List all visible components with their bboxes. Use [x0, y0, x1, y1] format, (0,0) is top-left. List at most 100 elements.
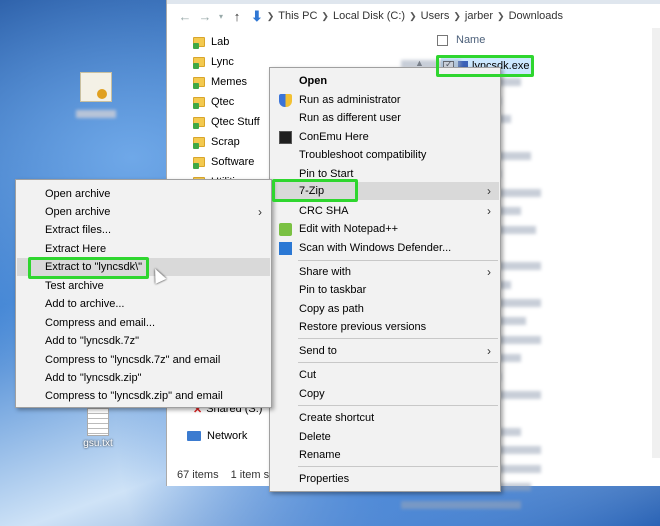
breadcrumb-separator-icon[interactable]: ❯ — [321, 11, 329, 22]
tree-item-software[interactable]: Software — [193, 152, 254, 172]
forward-arrow-icon[interactable]: → — [195, 9, 215, 24]
shield-icon — [279, 94, 292, 107]
zip-compress-and-email[interactable]: Compress and email... — [17, 314, 270, 332]
folder-icon — [193, 77, 205, 89]
select-all-checkbox[interactable] — [437, 34, 448, 46]
menu-divider — [298, 260, 498, 261]
desktop-text-file-icon[interactable]: gsu.txt — [80, 408, 116, 449]
zip-add-to-zip[interactable]: Add to "lyncsdk.zip" — [17, 369, 270, 387]
notepadpp-icon — [279, 223, 292, 236]
text-file-icon — [87, 408, 109, 436]
breadcrumb-downloads[interactable]: Downloads — [509, 10, 563, 22]
menu-item-run-as-admin[interactable]: Run as administrator — [271, 91, 499, 109]
menu-item-share-with[interactable]: Share with › — [271, 263, 499, 281]
folder-icon — [193, 117, 205, 129]
vertical-scrollbar[interactable] — [652, 28, 660, 458]
breadcrumb-separator-icon[interactable]: ❯ — [409, 11, 417, 22]
submenu-arrow-icon: › — [258, 205, 262, 219]
menu-item-conemu-here[interactable]: ConEmu Here — [271, 128, 499, 146]
tree-item-lab[interactable]: Lab — [193, 32, 229, 52]
breadcrumb-separator-icon[interactable]: ❯ — [267, 11, 275, 22]
menu-item-rename[interactable]: Rename — [271, 446, 499, 464]
file-context-menu: Open Run as administrator Run as differe… — [269, 67, 501, 492]
zip-compress-7z-email[interactable]: Compress to "lyncsdk.7z" and email — [17, 351, 270, 369]
highlight-box-extract-to — [28, 257, 149, 279]
menu-item-properties[interactable]: Properties — [271, 470, 499, 488]
menu-item-troubleshoot[interactable]: Troubleshoot compatibility — [271, 146, 499, 164]
tree-item-qtec-stuff[interactable]: Qtec Stuff — [193, 112, 260, 132]
tree-item-lync[interactable]: Lync — [193, 52, 234, 72]
menu-divider — [298, 338, 498, 339]
column-header-name[interactable]: Name — [437, 34, 485, 46]
breadcrumb-jarber[interactable]: jarber — [465, 10, 493, 22]
status-item-count: 67 items — [177, 469, 219, 481]
blurred-desktop-label — [76, 110, 116, 118]
submenu-arrow-icon: › — [487, 344, 491, 358]
folder-icon — [193, 37, 205, 49]
zip-add-to-archive[interactable]: Add to archive... — [17, 295, 270, 313]
tree-item-qtec[interactable]: Qtec — [193, 92, 234, 112]
menu-divider — [298, 362, 498, 363]
menu-item-pin-to-taskbar[interactable]: Pin to taskbar — [271, 281, 499, 299]
submenu-arrow-icon: › — [487, 204, 491, 218]
7zip-submenu: Open archive Open archive › Extract file… — [15, 179, 272, 408]
menu-divider — [298, 405, 498, 406]
tree-item-label: Network — [207, 430, 248, 442]
desktop-certificate-icon[interactable] — [66, 72, 126, 121]
folder-icon — [193, 57, 205, 69]
zip-open-archive-submenu[interactable]: Open archive › — [17, 203, 270, 221]
zip-add-to-7z[interactable]: Add to "lyncsdk.7z" — [17, 332, 270, 350]
submenu-arrow-icon: › — [487, 184, 491, 198]
breadcrumb-this-pc[interactable]: This PC — [278, 10, 317, 22]
certificate-icon — [80, 72, 112, 102]
conemu-icon — [279, 131, 292, 144]
recent-dropdown-icon[interactable]: ▾ — [215, 12, 227, 21]
submenu-arrow-icon: › — [487, 265, 491, 279]
column-name-label: Name — [456, 34, 486, 46]
tree-item-scrap[interactable]: Scrap — [193, 132, 240, 152]
folder-icon — [193, 97, 205, 109]
tree-item-label: Scrap — [211, 136, 240, 148]
highlight-box-selected-file — [436, 55, 534, 77]
menu-item-crc-sha[interactable]: CRC SHA › — [271, 202, 499, 220]
tree-item-label: Lync — [211, 56, 234, 68]
desktop-file-label: gsu.txt — [83, 438, 113, 449]
breadcrumb-users[interactable]: Users — [421, 10, 450, 22]
menu-item-delete[interactable]: Delete — [271, 428, 499, 446]
menu-item-run-as-different-user[interactable]: Run as different user — [271, 109, 499, 127]
zip-compress-zip-email[interactable]: Compress to "lyncsdk.zip" and email — [17, 387, 270, 405]
menu-divider — [298, 466, 498, 467]
menu-item-send-to[interactable]: Send to › — [271, 342, 499, 360]
breadcrumb-separator-icon[interactable]: ❯ — [497, 11, 505, 22]
tree-item-label: Qtec Stuff — [211, 116, 260, 128]
network-icon — [187, 431, 201, 441]
menu-item-scan-defender[interactable]: Scan with Windows Defender... — [271, 239, 499, 257]
tree-item-label: Qtec — [211, 96, 235, 108]
tree-item-label: Software — [211, 156, 255, 168]
menu-item-copy[interactable]: Copy — [271, 385, 499, 403]
breadcrumb-local-disk[interactable]: Local Disk (C:) — [333, 10, 405, 22]
defender-icon — [279, 242, 292, 255]
zip-open-archive[interactable]: Open archive — [17, 185, 270, 203]
zip-extract-files[interactable]: Extract files... — [17, 221, 270, 239]
back-arrow-icon[interactable]: ← — [175, 9, 195, 24]
menu-item-copy-as-path[interactable]: Copy as path — [271, 300, 499, 318]
menu-item-restore-versions[interactable]: Restore previous versions — [271, 318, 499, 336]
tree-item-label: Lab — [211, 36, 230, 48]
tree-item-label: Memes — [211, 76, 248, 88]
zip-test-archive[interactable]: Test archive — [17, 277, 270, 295]
folder-icon — [193, 137, 205, 149]
tree-item-network[interactable]: Network — [187, 426, 247, 446]
highlight-box-7zip — [272, 179, 358, 202]
folder-icon — [193, 157, 205, 169]
downloads-icon: ⬇ — [251, 7, 263, 24]
breadcrumb-separator-icon[interactable]: ❯ — [453, 11, 461, 22]
menu-item-create-shortcut[interactable]: Create shortcut — [271, 409, 499, 427]
zip-extract-here[interactable]: Extract Here — [17, 240, 270, 258]
tree-item-memes[interactable]: Memes — [193, 72, 247, 92]
menu-item-edit-notepadpp[interactable]: Edit with Notepad++ — [271, 220, 499, 238]
address-bar: ← → ▾ ↑ ⬇ ❯ This PC ❯ Local Disk (C:) ❯ … — [167, 4, 660, 28]
menu-item-cut[interactable]: Cut — [271, 366, 499, 384]
up-arrow-icon[interactable]: ↑ — [227, 9, 247, 24]
breadcrumb[interactable]: ⬇ ❯ This PC ❯ Local Disk (C:) ❯ Users ❯ … — [251, 8, 567, 25]
